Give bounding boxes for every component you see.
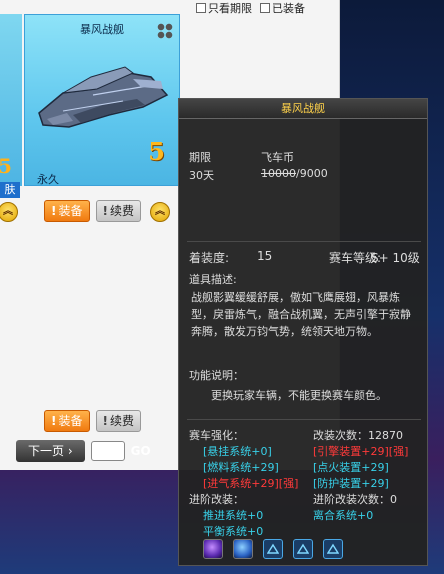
filter-period[interactable]: 只看期限 xyxy=(196,0,252,16)
enhance-item: [进气系统+29][强] xyxy=(203,477,299,490)
item-card-left[interactable]: 5 肤 xyxy=(0,14,22,198)
enhance-item: [悬挂系统+0] xyxy=(203,445,272,458)
tooltip-title: 暴风战舰 xyxy=(179,99,427,119)
divider xyxy=(187,419,421,420)
advanced-label: 进阶改装： xyxy=(189,493,244,506)
triangle-slot-icon xyxy=(293,539,313,559)
desc-text: 战舰影翼缓缓舒展，傲如飞鹰展翅，风暴炼型，戾雷炼气，融合战机翼，无声引擎于寂静奔… xyxy=(191,291,411,338)
equip-level-label: 着装度: xyxy=(189,251,230,265)
advanced-item: 平衡系统+0 xyxy=(203,525,264,538)
triangle-slot-icon xyxy=(263,539,283,559)
pager: 下一页 › GO xyxy=(16,440,176,462)
filter-period-label: 只看期限 xyxy=(208,2,252,15)
modify-count: 改装次数：12870 xyxy=(313,429,403,442)
next-page-button[interactable]: 下一页 › xyxy=(16,440,85,462)
divider xyxy=(187,241,421,242)
renew-button[interactable]: ! 续费 xyxy=(95,200,141,222)
race-level-value: S+ 10级 xyxy=(371,251,420,265)
upgrade-chevron-icon[interactable]: ︽ xyxy=(150,202,170,222)
advanced-item: 离合系统+0 xyxy=(313,509,374,522)
price: 10000/9000 xyxy=(261,167,328,180)
page-number-input[interactable] xyxy=(90,441,125,461)
renew-button[interactable]: ! 续费 xyxy=(95,410,141,432)
func-text: 更换玩家车辆，不能更换赛车颜色。 xyxy=(211,389,387,402)
filter-bar: 只看期限 已装备 xyxy=(196,0,340,16)
advanced-item: 推进系统+0 xyxy=(203,509,264,522)
price-original: 10000 xyxy=(261,167,296,180)
enhance-item: [防护装置+29] xyxy=(313,477,389,490)
equip-button[interactable]: ! 装备 xyxy=(44,200,90,222)
blue-orb-icon xyxy=(233,539,253,559)
desc-label: 道具描述: xyxy=(189,273,237,286)
enhance-item: [燃料系统+29] xyxy=(203,461,279,474)
equip-button[interactable]: ! 装备 xyxy=(44,410,90,432)
checkbox-equipped[interactable] xyxy=(260,3,270,13)
filter-equipped[interactable]: 已装备 xyxy=(260,0,305,16)
grid-icon[interactable] xyxy=(157,23,173,39)
advanced-count: 进阶改装次数：0 xyxy=(313,493,397,506)
item-type-tag: 肤 xyxy=(0,182,20,198)
item-tooltip: 暴风战舰 期限 飞车币 30天 10000/9000 着装度: 15 赛车等级:… xyxy=(178,98,428,566)
checkbox-period[interactable] xyxy=(196,3,206,13)
func-label: 功能说明： xyxy=(189,369,244,382)
item-card-title: 暴风战舰 xyxy=(80,23,124,36)
price-current: 9000 xyxy=(299,167,328,180)
enhance-item: [引擎装置+29][强] xyxy=(313,445,409,458)
enhance-item: [点火装置+29] xyxy=(313,461,389,474)
card-actions: ! 装备 ! 续费 xyxy=(44,200,141,222)
upgrade-chevron-icon[interactable]: ︽ xyxy=(0,202,18,222)
item-level-number: 5 xyxy=(0,154,12,178)
card-actions-2: ! 装备 ! 续费 xyxy=(44,410,141,432)
enhance-label: 赛车强化： xyxy=(189,429,244,442)
go-button[interactable]: GO xyxy=(131,444,151,458)
car-image-icon xyxy=(38,66,169,128)
equip-level-value: 15 xyxy=(257,249,273,263)
filter-equipped-label: 已装备 xyxy=(272,2,305,15)
item-duration: 永久 xyxy=(37,173,59,186)
triangle-slot-icon xyxy=(323,539,343,559)
item-card-main[interactable]: 暴风战舰 5 永久 xyxy=(24,14,180,186)
period-label: 期限 xyxy=(189,151,211,164)
item-level-number: 5 xyxy=(148,137,165,166)
purple-orb-icon xyxy=(203,539,223,559)
currency-label: 飞车币 xyxy=(261,151,294,164)
period-value: 30天 xyxy=(189,169,214,182)
